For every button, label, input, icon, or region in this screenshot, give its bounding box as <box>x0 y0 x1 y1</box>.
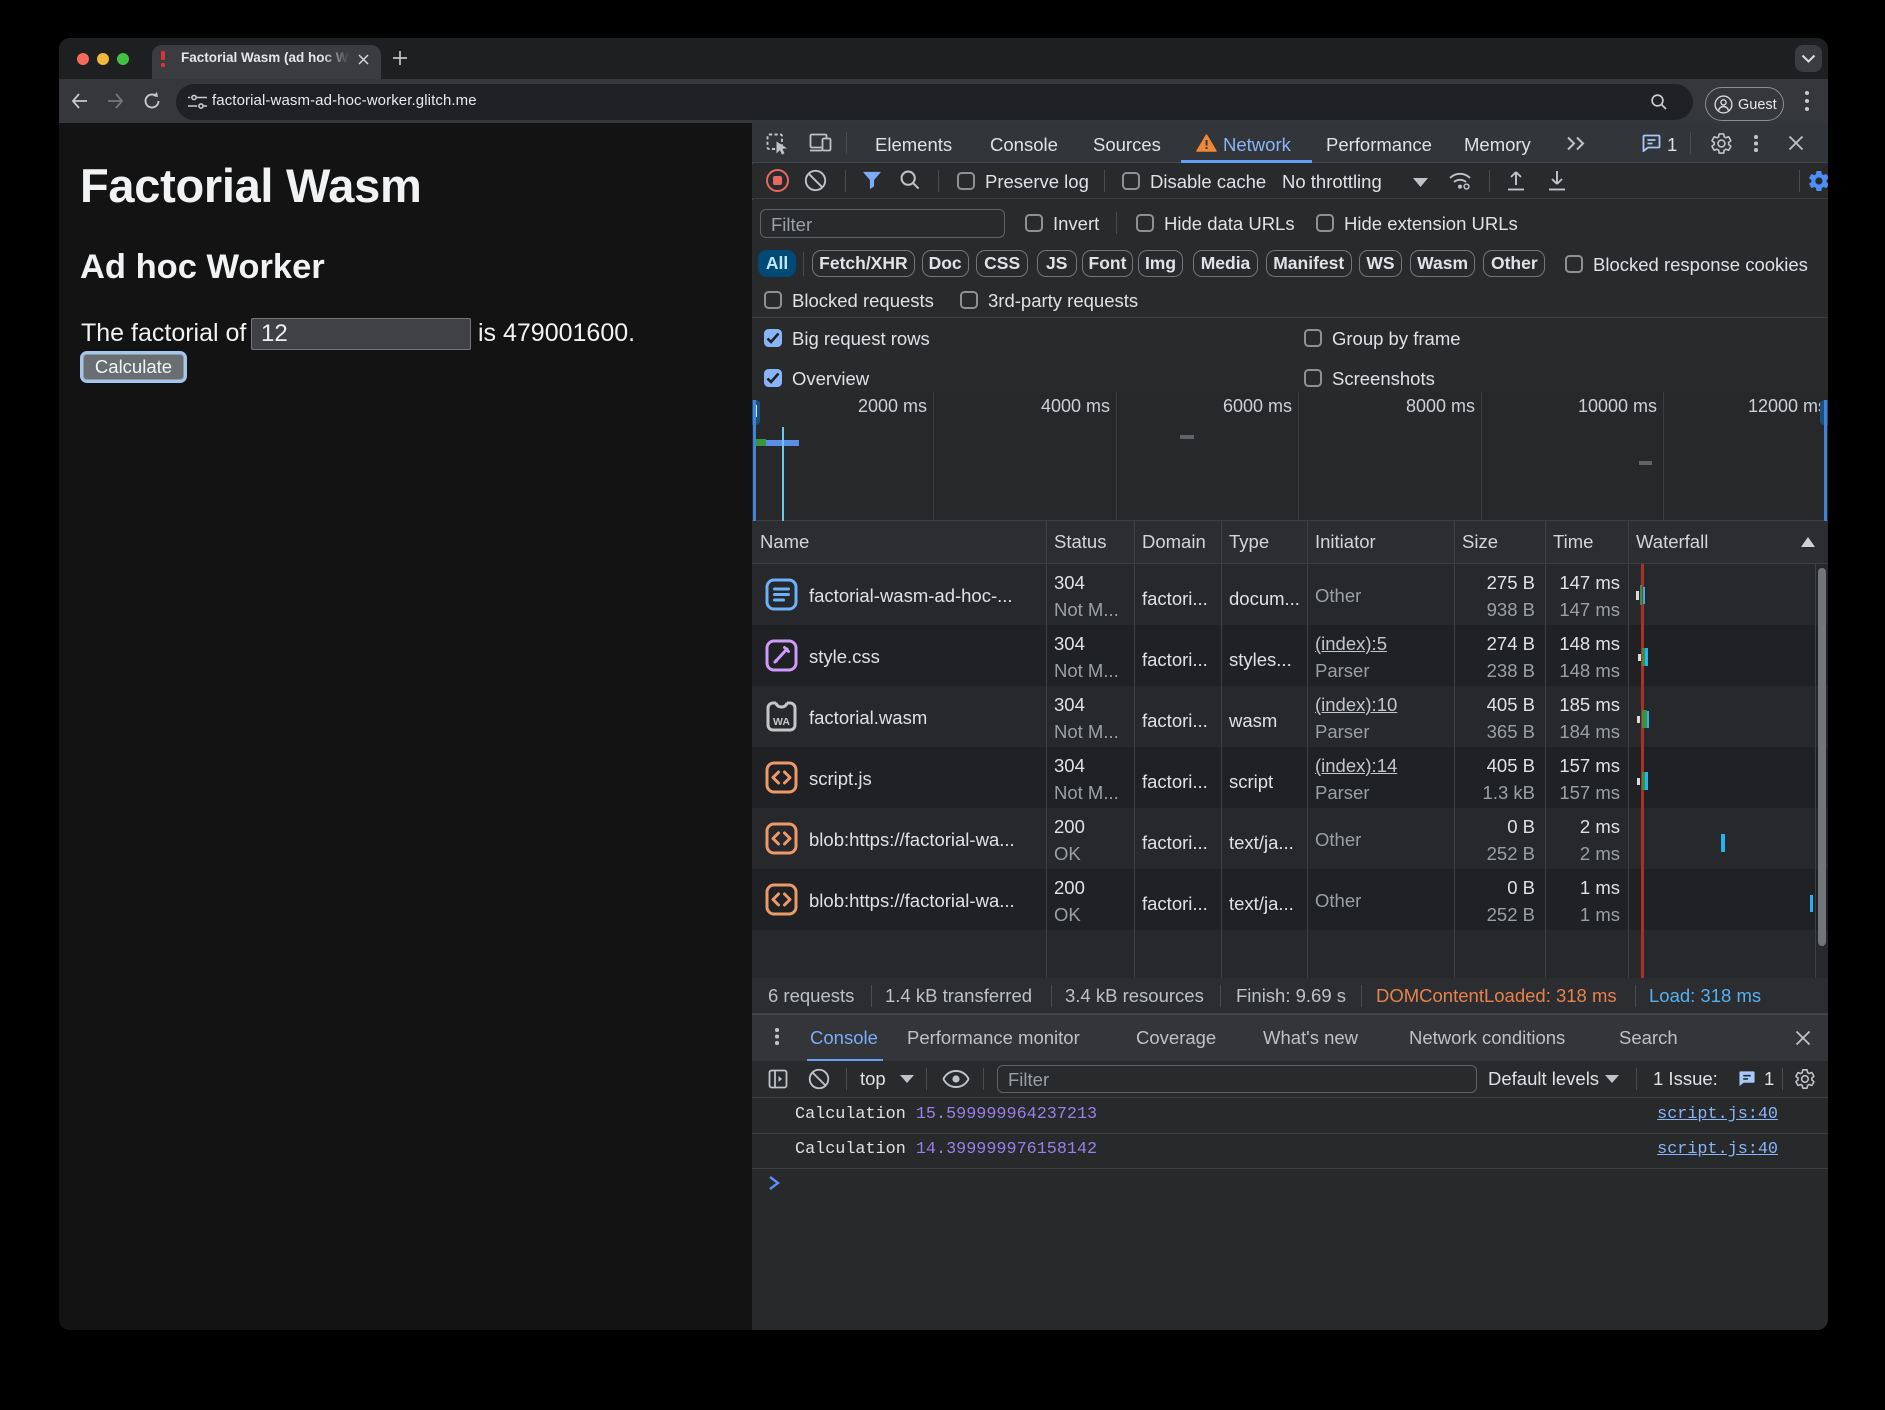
svg-text:WA: WA <box>773 716 790 728</box>
